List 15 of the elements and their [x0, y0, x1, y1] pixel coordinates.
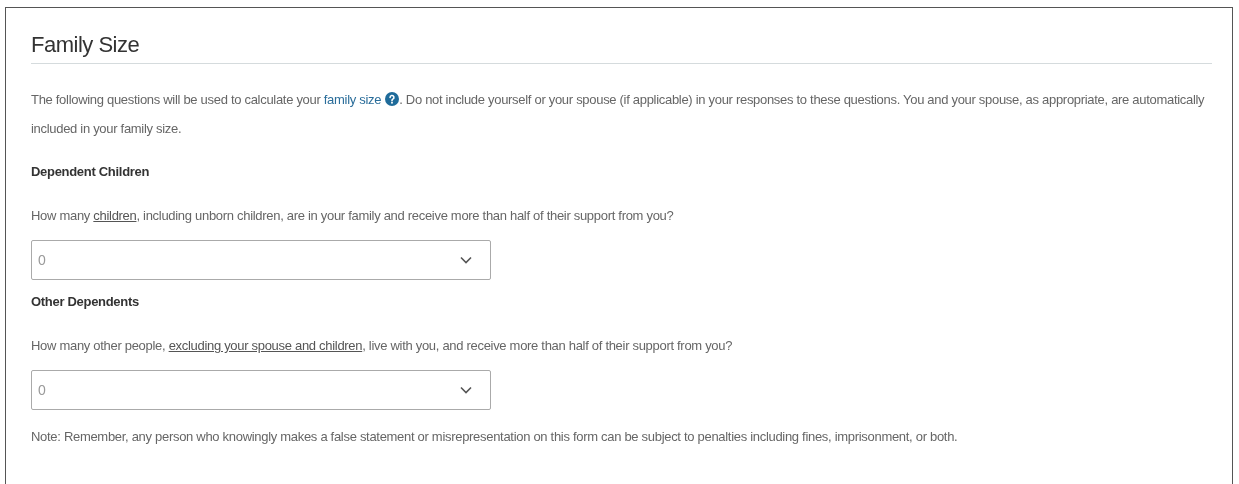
subsection-heading: Other Dependents — [31, 293, 140, 311]
count-select[interactable]: 0 — [31, 240, 491, 280]
help-icon[interactable] — [385, 92, 400, 106]
section-title: Family Size — [31, 31, 141, 59]
chevron-down-icon — [460, 386, 472, 394]
family-size-link[interactable]: family size — [323, 92, 382, 107]
question-text: How many children, including unborn children, are in your family and receive more than half of their support from you? — [31, 207, 675, 225]
select-value: 0 — [38, 250, 46, 270]
chevron-down-icon — [460, 256, 472, 264]
subsection-heading: Dependent Children — [31, 163, 151, 181]
intro-paragraph: The following questions will be used to calculate your family size . Do not include yourself or your spouse (if applicable) in your responses to these questions. You and your spouse, as appropriate, are automatically included in your family size. — [31, 91, 1206, 138]
question-text: How many other people, excluding your spouse and children, live with you, and receive more than half of their support from you? — [31, 337, 734, 355]
note-text: Note: Remember, any person who knowingly makes a false statement or misrepresentation on this form can be subject to penalties including fines, imprisonment, or both. — [31, 428, 959, 446]
select-value: 0 — [38, 380, 46, 400]
count-select[interactable]: 0 — [31, 370, 491, 410]
